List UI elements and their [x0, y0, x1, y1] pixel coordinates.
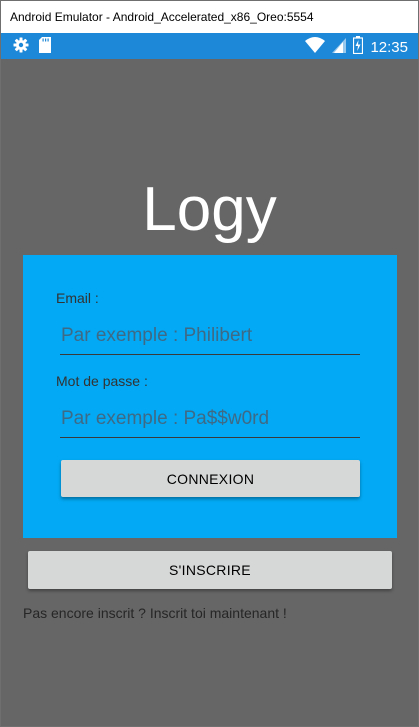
- email-label: Email :: [56, 290, 99, 306]
- register-note: Pas encore inscrit ? Inscrit toi mainten…: [23, 605, 287, 621]
- app-screen: Logy Email : Mot de passe : CONNEXION S'…: [1, 59, 418, 726]
- sd-card-icon: [39, 37, 51, 58]
- app-logo: Logy: [142, 175, 277, 244]
- email-field[interactable]: [60, 317, 360, 355]
- gear-icon: [13, 37, 29, 58]
- cell-signal-icon: [332, 37, 347, 58]
- status-bar: 12:35: [1, 33, 418, 59]
- status-time: 12:35: [370, 38, 408, 56]
- connexion-button[interactable]: CONNEXION: [61, 460, 360, 497]
- login-panel: Email : Mot de passe : CONNEXION: [23, 255, 397, 538]
- password-label: Mot de passe :: [56, 373, 148, 389]
- battery-icon: [353, 36, 364, 59]
- emulator-window: Android Emulator - Android_Accelerated_x…: [0, 0, 419, 727]
- window-title: Android Emulator - Android_Accelerated_x…: [1, 1, 418, 33]
- password-field[interactable]: [60, 400, 360, 438]
- register-button[interactable]: S'INSCRIRE: [28, 551, 392, 589]
- wifi-icon: [305, 37, 326, 58]
